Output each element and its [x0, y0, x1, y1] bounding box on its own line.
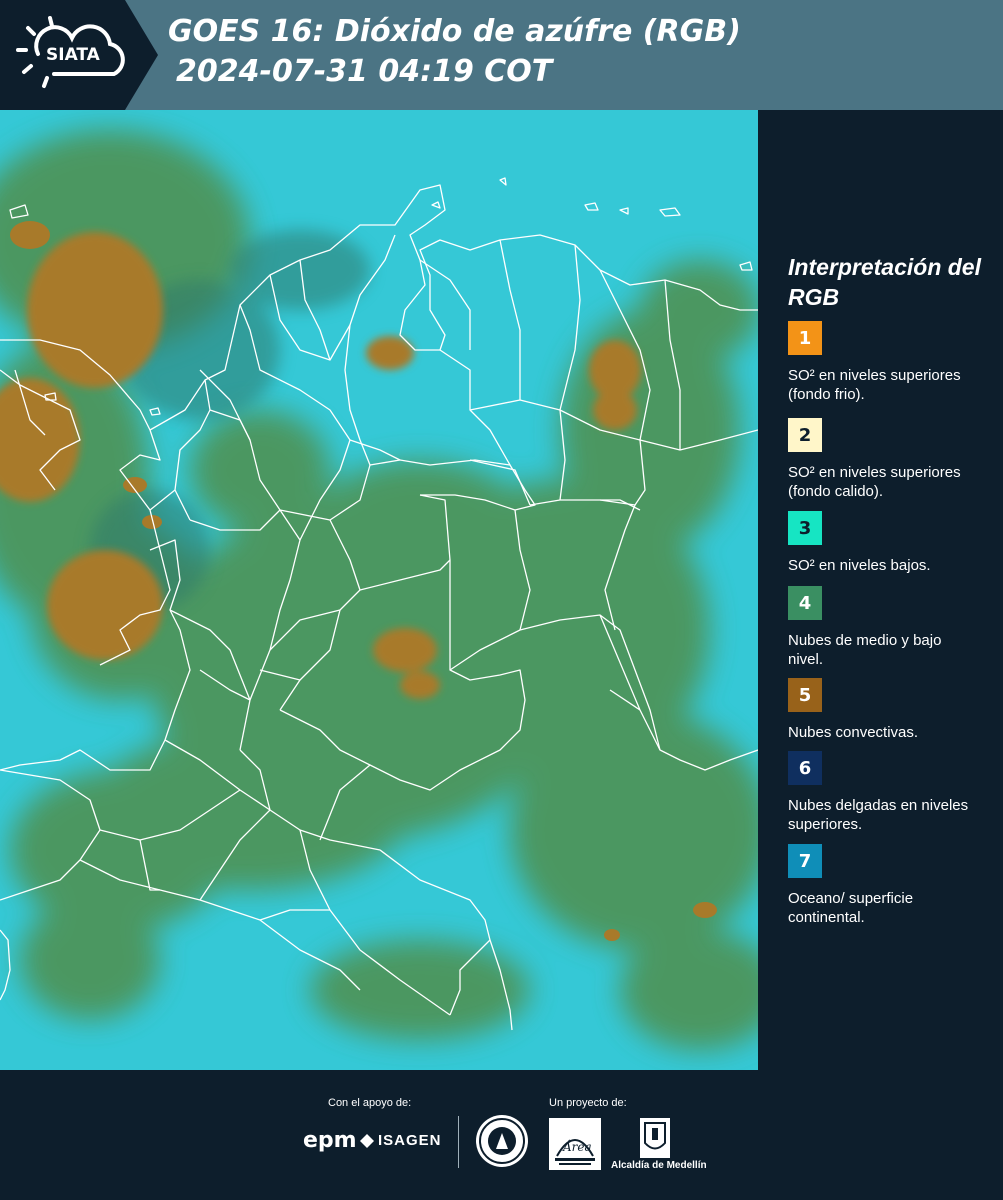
legend-swatch-2: 2: [788, 418, 822, 452]
legend-text-4: Nubes de medio y bajo nivel.: [788, 632, 942, 668]
legend-text-6: Nubes delgadas en niveles superiores.: [788, 797, 969, 833]
siata-logo-text: SIATA: [46, 45, 100, 65]
alcaldia-label: Alcaldía de Medellín: [611, 1160, 707, 1171]
legend-title: Interpretación del RGB: [788, 254, 981, 310]
page-title: GOES 16: Dióxido de azúfre (RGB): [168, 14, 741, 49]
legend-text-3: SO² en niveles bajos.: [788, 557, 931, 574]
legend-item-6: 6 Nubes delgadas en niveles superiores.: [788, 751, 978, 834]
legend-swatch-3: 3: [788, 511, 822, 545]
legend-item-5: 5 Nubes convectivas.: [788, 678, 978, 742]
legend-swatch-5: 5: [788, 678, 822, 712]
legend-text-7: Oceano/ superficie continental.: [788, 890, 914, 926]
project-label: Un proyecto de:: [549, 1097, 627, 1109]
legend-text-1: SO² en niveles superiores (fondo frio).: [788, 367, 961, 403]
medellin-seal-icon: [476, 1115, 528, 1167]
alcaldia-shield-icon: [640, 1118, 670, 1158]
header-bar: SIATA GOES 16: Dióxido de azúfre (RGB) 2…: [0, 0, 1003, 110]
legend-item-2: 2 SO² en niveles superiores (fondo calid…: [788, 418, 978, 501]
map-svg: [0, 110, 758, 1070]
satellite-map: [0, 110, 758, 1070]
epm-logo: epm: [303, 1128, 357, 1153]
legend-panel: Interpretación del RGB 1 SO² en niveles …: [758, 110, 1003, 1070]
legend-item-4: 4 Nubes de medio y bajo nivel.: [788, 586, 978, 669]
legend-item-1: 1 SO² en niveles superiores (fondo frio)…: [788, 321, 978, 404]
support-label: Con el apoyo de:: [328, 1097, 412, 1109]
legend-swatch-4: 4: [788, 586, 822, 620]
legend-text-5: Nubes convectivas.: [788, 724, 919, 741]
svg-text:Área: Área: [562, 1139, 592, 1154]
page-timestamp: 2024-07-31 04:19 COT: [176, 54, 553, 89]
legend-swatch-6: 6: [788, 751, 822, 785]
isagen-logo: ISAGEN: [378, 1132, 442, 1149]
legend-swatch-7: 7: [788, 844, 822, 878]
area-metropolitana-logo-icon: Área: [549, 1118, 601, 1170]
footer-bar: Con el apoyo de: Un proyecto de: epm ISA…: [0, 1070, 1003, 1200]
legend-swatch-1: 1: [788, 321, 822, 355]
legend-text-2: SO² en niveles superiores (fondo calido)…: [788, 464, 961, 500]
footer-divider: [458, 1116, 459, 1168]
legend-item-7: 7 Oceano/ superficie continental.: [788, 844, 978, 927]
isagen-mark-icon: [360, 1134, 374, 1148]
legend-item-3: 3 SO² en niveles bajos.: [788, 511, 978, 575]
